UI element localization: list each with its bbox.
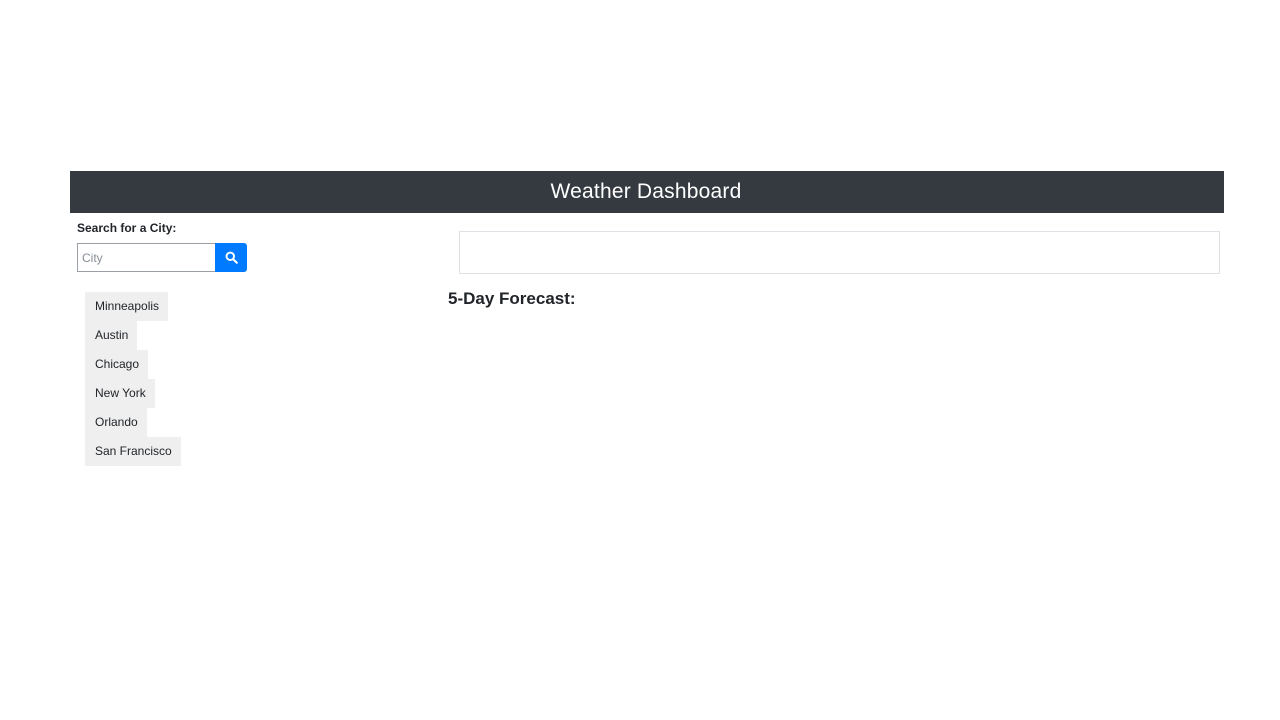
weather-dashboard-app: Weather Dashboard Search for a City: Min… [70,171,1224,491]
current-weather-card [459,231,1220,274]
page-title: Weather Dashboard [550,180,742,203]
search-history-list: Minneapolis Austin Chicago New York Orla… [85,292,437,466]
search-label: Search for a City: [77,221,177,235]
city-button-san-francisco[interactable]: San Francisco [85,437,181,466]
forecast-heading: 5-Day Forecast: [448,289,576,308]
city-button-orlando[interactable]: Orlando [85,408,147,437]
search-form [77,243,437,272]
city-button-austin[interactable]: Austin [85,321,138,350]
city-button-minneapolis[interactable]: Minneapolis [85,292,169,321]
city-button-new-york[interactable]: New York [85,379,155,408]
search-button[interactable] [215,243,247,272]
sidebar: Search for a City: Minneapolis Austin Ch… [77,221,437,466]
search-icon [225,251,238,264]
city-button-chicago[interactable]: Chicago [85,350,149,379]
navbar: Weather Dashboard [70,171,1224,213]
search-input[interactable] [77,243,215,272]
